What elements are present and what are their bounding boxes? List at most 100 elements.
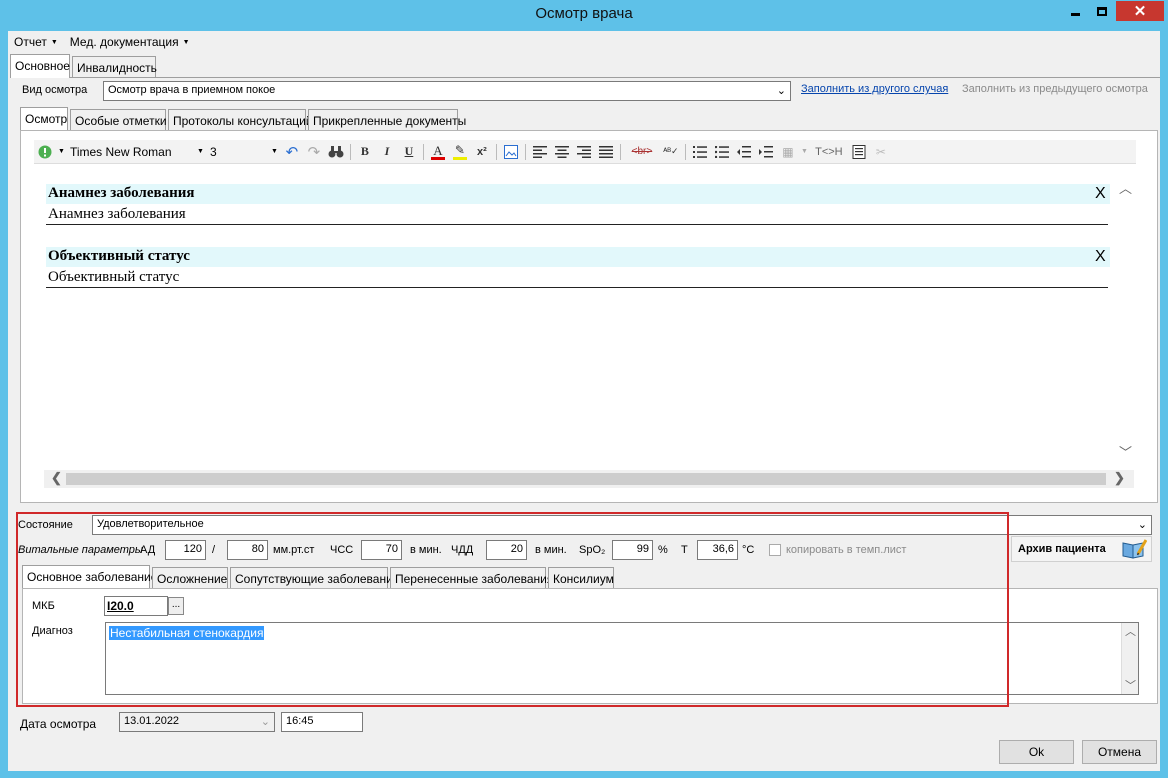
exam-type-select[interactable]: Осмотр врача в приемном покое ⌄ xyxy=(103,81,791,101)
font-size-combo[interactable]: 3 ▼ xyxy=(207,143,281,161)
numbered-list-icon[interactable] xyxy=(691,143,709,161)
tab-consultations[interactable]: Протоколы консультаций xyxy=(168,109,313,131)
tab-exam[interactable]: Осмотр xyxy=(20,107,68,131)
spo2-input[interactable]: 99 xyxy=(612,540,653,560)
tab-special-notes[interactable]: Особые отметки xyxy=(70,109,167,131)
rr-unit: в мин. xyxy=(535,544,567,556)
tab-attached-docs[interactable]: Прикрепленные документы xyxy=(308,109,466,131)
font-name-combo[interactable]: Times New Roman ▼ xyxy=(67,143,207,161)
indent-icon[interactable] xyxy=(757,143,775,161)
menu-report[interactable]: Отчет ▼ xyxy=(8,35,64,49)
section-title: Объективный статус xyxy=(48,248,190,264)
font-name-value: Times New Roman xyxy=(69,144,172,159)
tab-past-diseases[interactable]: Перенесенные заболевания xyxy=(390,567,553,589)
bp-diastolic-input[interactable]: 80 xyxy=(227,540,268,560)
redo-icon[interactable]: ↷ xyxy=(305,143,323,161)
document-icon[interactable] xyxy=(850,143,868,161)
tab-main[interactable]: Основное xyxy=(10,54,70,78)
italic-button[interactable]: I xyxy=(378,143,396,161)
align-left-icon[interactable] xyxy=(531,143,549,161)
text-swap-button[interactable]: T<>H xyxy=(812,143,846,161)
section-body[interactable]: Объективный статус xyxy=(46,268,1108,288)
chevron-up-icon[interactable]: ︿ xyxy=(1125,623,1136,639)
insert-image-icon[interactable] xyxy=(502,143,520,161)
patient-archive-button[interactable]: Архив пациента xyxy=(1011,536,1152,562)
chevron-down-icon: ▼ xyxy=(271,148,278,155)
menu-bar: Отчет ▼ Мед. документация ▼ xyxy=(8,31,196,53)
section-header: Объективный статус xyxy=(46,247,1110,267)
bp-label: АД xyxy=(140,544,156,556)
copy-to-temp-sheet-label: копировать в темп.лист xyxy=(786,544,907,556)
state-select[interactable]: Удовлетворительное ⌄ xyxy=(92,515,1152,535)
exam-date-picker[interactable]: 13.01.2022 ⌄ xyxy=(119,712,275,732)
align-center-icon[interactable] xyxy=(553,143,571,161)
diagnosis-scrollbar[interactable]: ︿ ﹀ xyxy=(1121,623,1138,694)
spellcheck-icon[interactable]: ᴬᴮ✓ xyxy=(662,143,680,161)
bullet-list-icon[interactable] xyxy=(713,143,731,161)
paste-icon[interactable]: ✂ xyxy=(872,143,890,161)
mkb-input[interactable]: I20.0 xyxy=(104,596,168,616)
toolbar-separator xyxy=(524,143,526,160)
bp-unit: мм.рт.ст xyxy=(273,544,315,556)
chevron-up-icon[interactable]: ︿ xyxy=(1119,178,1132,197)
copy-to-temp-sheet-checkbox[interactable] xyxy=(769,544,781,556)
editor-horizontal-scrollbar[interactable]: ❮ ❯ xyxy=(44,470,1134,488)
tab-concomitant[interactable]: Сопутствующие заболевания xyxy=(230,567,399,589)
tab-disability[interactable]: Инвалидность xyxy=(72,56,157,78)
rich-text-editor[interactable]: Анамнез заболевания X Анамнез заболевани… xyxy=(36,167,1138,471)
menu-med-docs[interactable]: Мед. документация ▼ xyxy=(64,35,196,49)
align-right-icon[interactable] xyxy=(575,143,593,161)
close-button[interactable]: ✕ xyxy=(1116,1,1164,21)
chevron-down-icon: ▼ xyxy=(50,38,58,46)
chevron-down-icon[interactable]: ▼ xyxy=(58,148,65,155)
scroll-thumb[interactable] xyxy=(66,473,1106,485)
bp-systolic-input[interactable]: 120 xyxy=(165,540,206,560)
table-icon[interactable]: ▦ xyxy=(779,143,797,161)
tab-complication[interactable]: Осложнение xyxy=(152,567,228,589)
tab-consilium[interactable]: Консилиум xyxy=(548,567,614,589)
chevron-down-icon[interactable]: ﹀ xyxy=(1125,677,1136,693)
chevron-down-icon[interactable]: ▼ xyxy=(801,148,808,155)
align-justify-icon[interactable] xyxy=(597,143,615,161)
spo2-label: SpO₂ xyxy=(579,544,606,556)
close-icon: ✕ xyxy=(1133,3,1147,20)
cancel-button[interactable]: Отмена xyxy=(1082,740,1157,764)
ok-button[interactable]: Ok xyxy=(999,740,1074,764)
toolbar-separator xyxy=(495,143,497,160)
info-icon[interactable] xyxy=(36,143,54,161)
highlight-icon[interactable]: ✎ xyxy=(451,143,469,161)
superscript-icon[interactable]: x² xyxy=(473,143,491,161)
state-label: Состояние xyxy=(18,519,73,531)
undo-icon[interactable]: ↶ xyxy=(283,143,301,161)
fill-from-other-case-link[interactable]: Заполнить из другого случая xyxy=(801,83,948,95)
section-body[interactable]: Анамнез заболевания xyxy=(46,205,1108,225)
maximize-button[interactable] xyxy=(1089,1,1115,21)
section-remove-button[interactable]: X xyxy=(1095,185,1106,203)
hr-input[interactable]: 70 xyxy=(361,540,402,560)
font-color-icon[interactable]: A xyxy=(429,143,447,161)
mkb-browse-button[interactable]: ... xyxy=(168,597,184,615)
remove-break-icon[interactable]: <br> xyxy=(626,143,658,161)
underline-button[interactable]: U xyxy=(400,143,418,161)
exam-time-input[interactable]: 16:45 xyxy=(281,712,363,732)
section-remove-button[interactable]: X xyxy=(1095,248,1106,266)
toolbar-separator xyxy=(684,143,686,160)
chevron-down-icon[interactable]: ﹀ xyxy=(1119,442,1132,461)
exam-date-label: Дата осмотра xyxy=(20,717,97,731)
editor-toolbar: ▼ Times New Roman ▼ 3 ▼ ↶ ↷ B I U A ✎ x² <… xyxy=(34,140,1136,164)
chevron-left-icon[interactable]: ❮ xyxy=(51,470,62,486)
tab-main-disease[interactable]: Основное заболевание xyxy=(22,565,157,589)
minimize-button[interactable] xyxy=(1062,1,1088,21)
diagnosis-textarea[interactable]: Нестабильная стенокардия ︿ ﹀ xyxy=(105,622,1139,695)
outdent-icon[interactable] xyxy=(735,143,753,161)
binoculars-icon[interactable] xyxy=(327,143,345,161)
bold-button[interactable]: B xyxy=(356,143,374,161)
chevron-right-icon[interactable]: ❯ xyxy=(1114,470,1125,486)
rr-input[interactable]: 20 xyxy=(486,540,527,560)
temp-input[interactable]: 36,6 xyxy=(697,540,738,560)
hr-label: ЧСС xyxy=(330,544,354,556)
menu-report-label: Отчет xyxy=(14,35,47,49)
editor-vertical-scrollbar[interactable]: ︿ ﹀ xyxy=(1116,174,1134,460)
chevron-down-icon: ▼ xyxy=(197,148,204,155)
section-header: Анамнез заболевания xyxy=(46,184,1110,204)
